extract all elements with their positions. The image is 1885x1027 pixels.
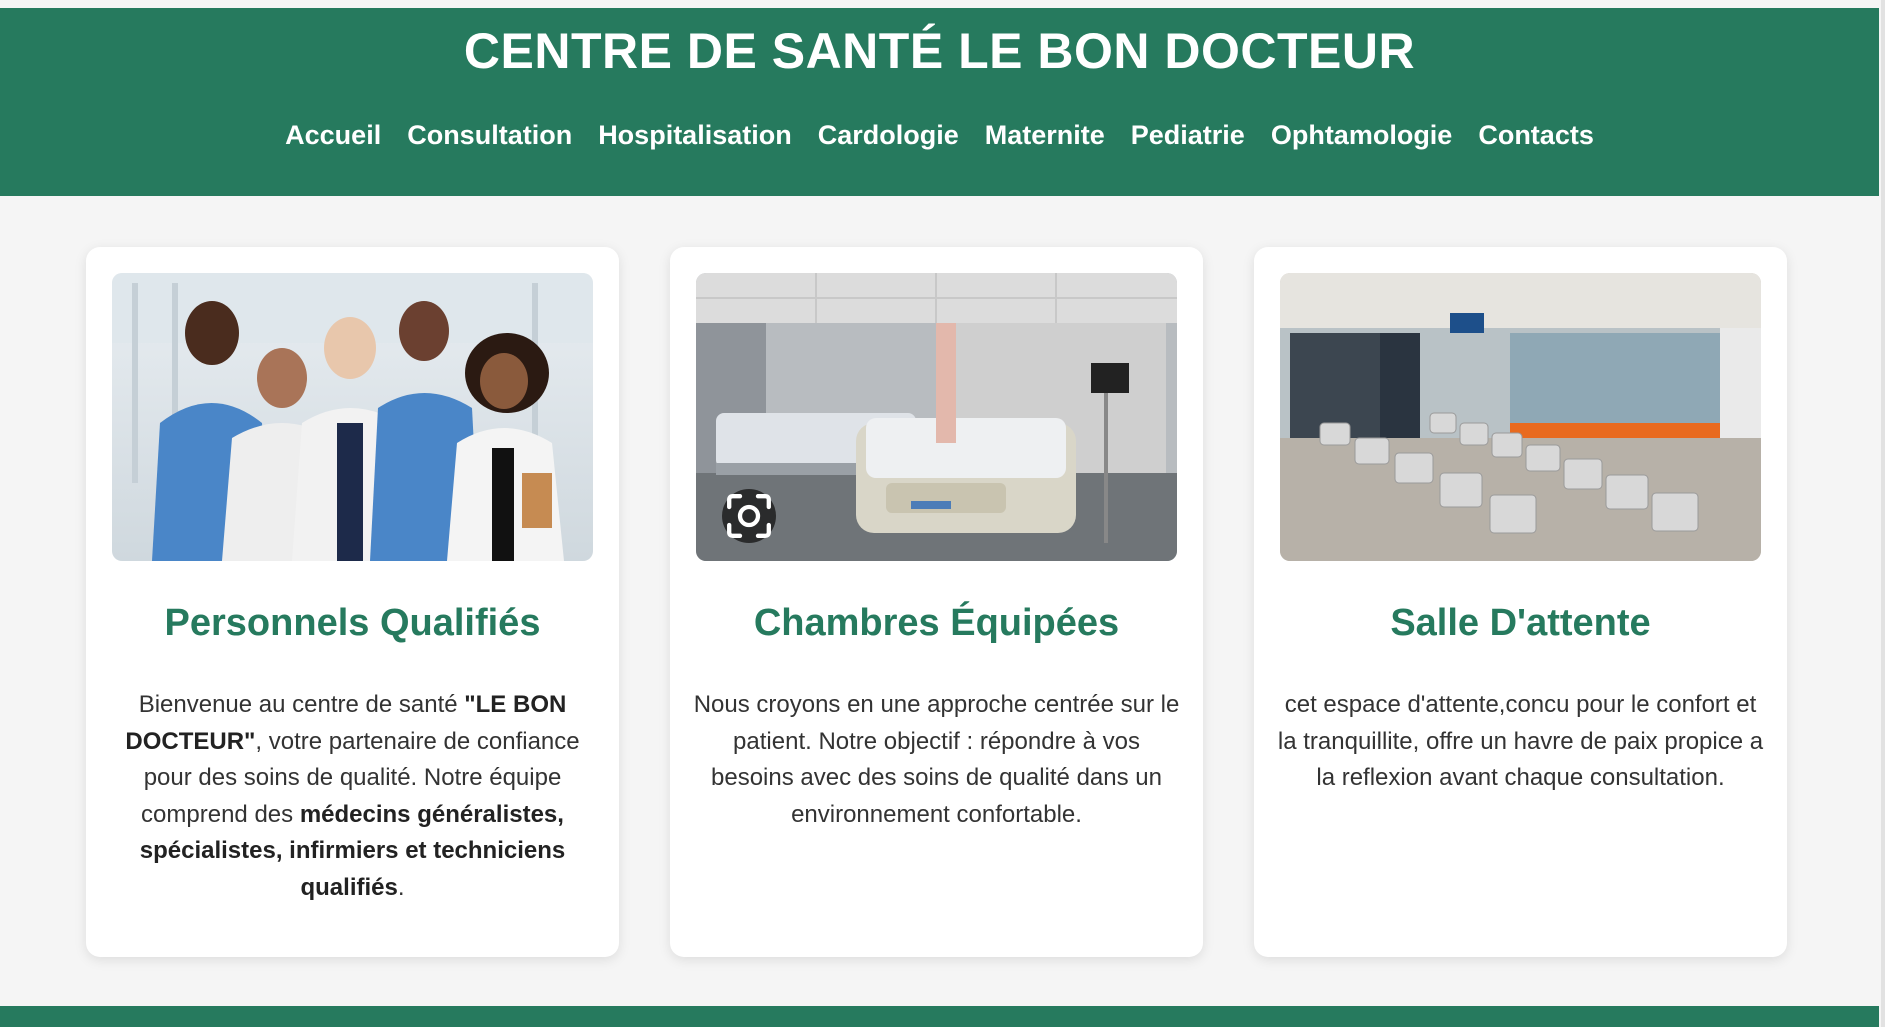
nav-link-hospitalisation[interactable]: Hospitalisation (598, 120, 792, 151)
card-chambres-equipees: Chambres Équipées Nous croyons en une ap… (670, 247, 1203, 957)
features-section: Personnels Qualifiés Bienvenue au centre… (86, 247, 1788, 957)
nav-link-cardologie[interactable]: Cardologie (818, 120, 959, 151)
nav-link-accueil[interactable]: Accueil (285, 120, 381, 151)
card-salle-dattente: Salle D'attente cet espace d'attente,con… (1254, 247, 1787, 957)
text-part: . (397, 873, 405, 901)
camera-search-icon (727, 494, 771, 538)
main-nav: Accueil Consultation Hospitalisation Car… (0, 120, 1879, 151)
page: CENTRE DE SANTÉ LE BON DOCTEUR Accueil C… (0, 0, 1882, 1027)
card-description: Bienvenue au centre de santé "LE BON DOC… (108, 687, 597, 906)
nav-link-maternite[interactable]: Maternite (985, 120, 1105, 151)
site-header: CENTRE DE SANTÉ LE BON DOCTEUR Accueil C… (0, 8, 1879, 196)
site-title: CENTRE DE SANTÉ LE BON DOCTEUR (463, 23, 1416, 79)
medical-team-image (112, 273, 593, 561)
medical-team-photo-icon (112, 273, 593, 561)
nav-link-contacts[interactable]: Contacts (1478, 120, 1594, 151)
window-edge (1881, 0, 1885, 1027)
nav-link-consultation[interactable]: Consultation (407, 120, 572, 151)
card-title: Chambres Équipées (753, 602, 1120, 644)
nav-link-pediatrie[interactable]: Pediatrie (1131, 120, 1245, 151)
card-description: cet espace d'attente,concu pour le confo… (1277, 691, 1764, 791)
card-personnels-qualifies: Personnels Qualifiés Bienvenue au centre… (86, 247, 619, 957)
footer-bar (0, 1006, 1879, 1027)
card-description: Nous croyons en une approche centrée sur… (693, 691, 1180, 828)
hospital-room-image (696, 273, 1177, 561)
text-part: Bienvenue au centre de santé (138, 691, 465, 718)
card-title: Personnels Qualifiés (164, 602, 541, 644)
nav-link-ophtamologie[interactable]: Ophtamologie (1271, 120, 1453, 151)
waiting-room-photo-icon (1280, 273, 1761, 561)
waiting-room-image (1280, 273, 1761, 561)
lens-icon[interactable] (722, 489, 776, 543)
card-title: Salle D'attente (1390, 602, 1651, 644)
